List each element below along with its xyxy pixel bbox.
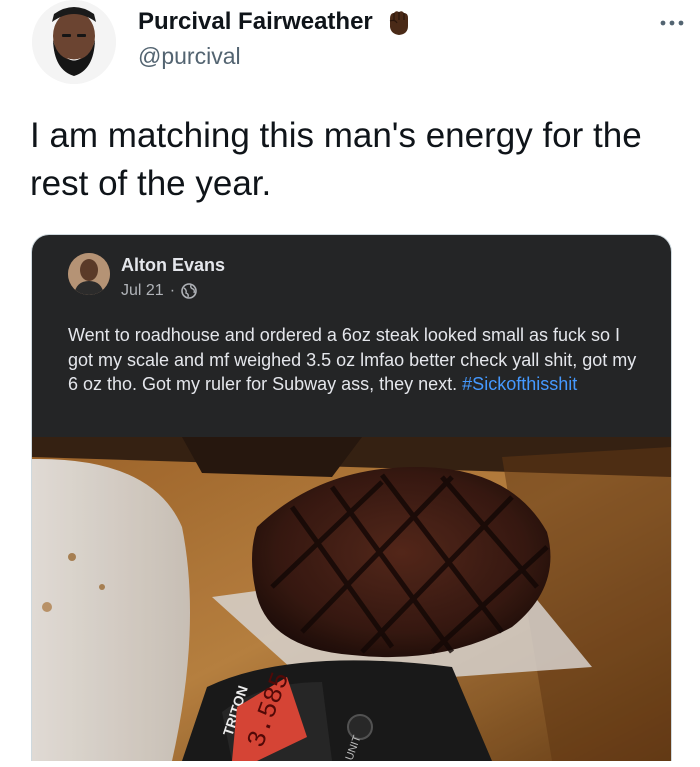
cartoon-avatar-icon (32, 0, 116, 84)
author-avatar[interactable] (32, 0, 116, 84)
raised-fist-icon (389, 11, 408, 35)
embedded-author-name[interactable]: Alton Evans (121, 255, 225, 276)
author-name-text: Purcival Fairweather (138, 8, 373, 35)
embedded-post-card[interactable]: Alton Evans Jul 21 · Went to roadhouse a… (31, 234, 672, 761)
embedded-author-avatar[interactable] (68, 253, 110, 295)
meta-separator: · (169, 282, 176, 299)
embedded-post-text: Went to roadhouse and ordered a 6oz stea… (68, 323, 648, 397)
embedded-post-meta: Jul 21 · (121, 282, 197, 300)
globe-icon (181, 283, 197, 299)
hashtag-link[interactable]: #Sickofthisshit (462, 374, 577, 394)
person-photo-icon (68, 253, 110, 295)
author-name[interactable]: Purcival Fairweather (138, 7, 413, 37)
author-handle[interactable]: @purcival (138, 43, 241, 70)
post-date[interactable]: Jul 21 (121, 282, 164, 300)
steak-on-scale-photo[interactable]: TRITON 3.585 UNIT (32, 437, 671, 761)
tweet-text: I am matching this man's energy for the … (30, 116, 642, 203)
more-options-icon[interactable] (660, 7, 684, 33)
